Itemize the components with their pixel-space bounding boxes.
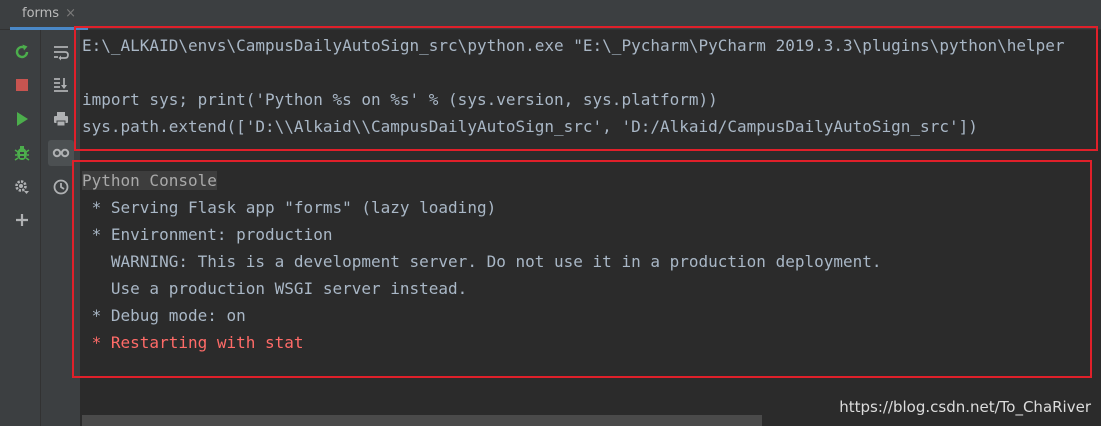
debug-icon[interactable] [9,140,35,166]
horizontal-scrollbar[interactable] [82,415,762,426]
soft-wrap-icon[interactable] [48,39,74,65]
rerun-icon[interactable] [9,39,35,65]
command-highlight-box [74,26,1098,151]
watermark: https://blog.csdn.net/To_ChaRiver [839,398,1091,416]
history-icon[interactable] [48,174,74,200]
run-icon[interactable] [9,106,35,132]
close-icon[interactable]: × [65,6,76,21]
print-icon[interactable] [48,106,74,132]
tab-label: forms [22,6,60,21]
output-highlight-box [72,160,1092,378]
toolbar-divider [40,30,41,426]
settings-icon[interactable] [9,174,35,200]
stop-icon[interactable] [9,72,35,98]
add-icon[interactable] [9,207,35,233]
scroll-to-end-icon[interactable] [48,72,74,98]
show-variables-icon[interactable] [48,140,74,166]
